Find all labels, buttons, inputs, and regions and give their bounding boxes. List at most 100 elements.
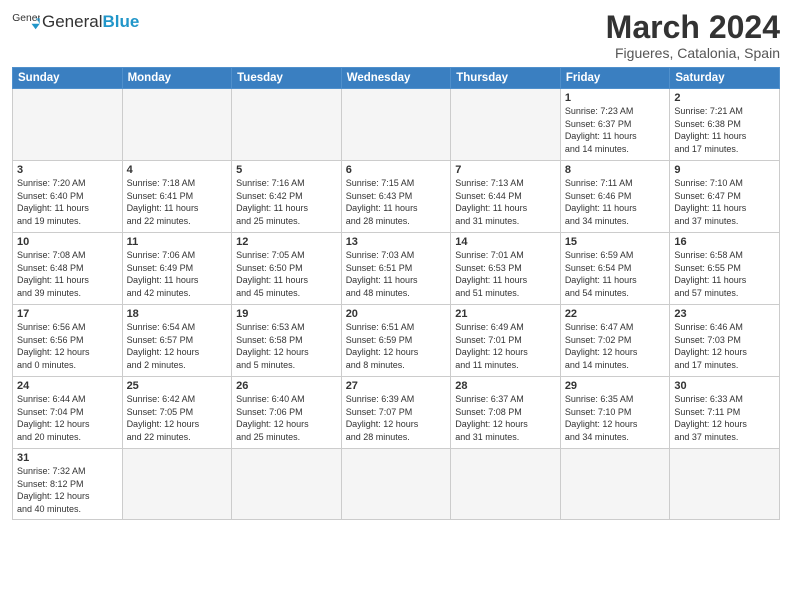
table-row: 4Sunrise: 7:18 AM Sunset: 6:41 PM Daylig… [122,161,232,233]
calendar-page: General GeneralBlue March 2024 Figueres,… [0,0,792,612]
day-info: Sunrise: 6:40 AM Sunset: 7:06 PM Dayligh… [236,393,337,443]
table-row [560,449,670,519]
day-number: 4 [127,164,228,176]
day-number: 14 [455,236,556,248]
table-row [232,89,342,161]
day-number: 12 [236,236,337,248]
day-info: Sunrise: 6:47 AM Sunset: 7:02 PM Dayligh… [565,321,666,371]
day-info: Sunrise: 6:53 AM Sunset: 6:58 PM Dayligh… [236,321,337,371]
table-row: 11Sunrise: 7:06 AM Sunset: 6:49 PM Dayli… [122,233,232,305]
day-info: Sunrise: 7:13 AM Sunset: 6:44 PM Dayligh… [455,177,556,227]
table-row: 24Sunrise: 6:44 AM Sunset: 7:04 PM Dayli… [13,377,123,449]
col-saturday: Saturday [670,68,780,89]
day-info: Sunrise: 7:08 AM Sunset: 6:48 PM Dayligh… [17,249,118,299]
table-row: 2Sunrise: 7:21 AM Sunset: 6:38 PM Daylig… [670,89,780,161]
day-info: Sunrise: 7:20 AM Sunset: 6:40 PM Dayligh… [17,177,118,227]
day-info: Sunrise: 7:23 AM Sunset: 6:37 PM Dayligh… [565,105,666,155]
day-number: 27 [346,380,447,392]
logo-icon: General [12,10,40,32]
day-info: Sunrise: 6:46 AM Sunset: 7:03 PM Dayligh… [674,321,775,371]
day-info: Sunrise: 6:39 AM Sunset: 7:07 PM Dayligh… [346,393,447,443]
table-row [232,449,342,519]
col-thursday: Thursday [451,68,561,89]
day-info: Sunrise: 7:16 AM Sunset: 6:42 PM Dayligh… [236,177,337,227]
table-row: 20Sunrise: 6:51 AM Sunset: 6:59 PM Dayli… [341,305,451,377]
day-info: Sunrise: 6:44 AM Sunset: 7:04 PM Dayligh… [17,393,118,443]
table-row: 22Sunrise: 6:47 AM Sunset: 7:02 PM Dayli… [560,305,670,377]
day-number: 11 [127,236,228,248]
day-number: 2 [674,92,775,104]
calendar-subtitle: Figueres, Catalonia, Spain [606,45,780,61]
table-row [670,449,780,519]
header-row: Sunday Monday Tuesday Wednesday Thursday… [13,68,780,89]
day-number: 13 [346,236,447,248]
day-info: Sunrise: 7:11 AM Sunset: 6:46 PM Dayligh… [565,177,666,227]
day-info: Sunrise: 6:35 AM Sunset: 7:10 PM Dayligh… [565,393,666,443]
table-row [451,449,561,519]
table-row: 17Sunrise: 6:56 AM Sunset: 6:56 PM Dayli… [13,305,123,377]
table-row: 8Sunrise: 7:11 AM Sunset: 6:46 PM Daylig… [560,161,670,233]
day-number: 17 [17,308,118,320]
col-sunday: Sunday [13,68,123,89]
table-row: 5Sunrise: 7:16 AM Sunset: 6:42 PM Daylig… [232,161,342,233]
day-info: Sunrise: 7:15 AM Sunset: 6:43 PM Dayligh… [346,177,447,227]
table-row: 29Sunrise: 6:35 AM Sunset: 7:10 PM Dayli… [560,377,670,449]
table-row [341,89,451,161]
calendar-title: March 2024 [606,10,780,45]
day-info: Sunrise: 6:59 AM Sunset: 6:54 PM Dayligh… [565,249,666,299]
day-info: Sunrise: 6:51 AM Sunset: 6:59 PM Dayligh… [346,321,447,371]
table-row: 1Sunrise: 7:23 AM Sunset: 6:37 PM Daylig… [560,89,670,161]
table-row: 25Sunrise: 6:42 AM Sunset: 7:05 PM Dayli… [122,377,232,449]
day-number: 1 [565,92,666,104]
table-row: 9Sunrise: 7:10 AM Sunset: 6:47 PM Daylig… [670,161,780,233]
logo-text: GeneralBlue [42,13,139,30]
day-number: 25 [127,380,228,392]
day-info: Sunrise: 7:03 AM Sunset: 6:51 PM Dayligh… [346,249,447,299]
day-info: Sunrise: 7:32 AM Sunset: 8:12 PM Dayligh… [17,465,118,515]
day-info: Sunrise: 7:01 AM Sunset: 6:53 PM Dayligh… [455,249,556,299]
day-info: Sunrise: 6:56 AM Sunset: 6:56 PM Dayligh… [17,321,118,371]
day-number: 10 [17,236,118,248]
table-row: 6Sunrise: 7:15 AM Sunset: 6:43 PM Daylig… [341,161,451,233]
day-info: Sunrise: 6:33 AM Sunset: 7:11 PM Dayligh… [674,393,775,443]
day-number: 30 [674,380,775,392]
table-row: 14Sunrise: 7:01 AM Sunset: 6:53 PM Dayli… [451,233,561,305]
table-row: 26Sunrise: 6:40 AM Sunset: 7:06 PM Dayli… [232,377,342,449]
logo: General GeneralBlue [12,10,139,32]
table-row: 10Sunrise: 7:08 AM Sunset: 6:48 PM Dayli… [13,233,123,305]
table-row: 16Sunrise: 6:58 AM Sunset: 6:55 PM Dayli… [670,233,780,305]
day-info: Sunrise: 7:21 AM Sunset: 6:38 PM Dayligh… [674,105,775,155]
col-wednesday: Wednesday [341,68,451,89]
header: General GeneralBlue March 2024 Figueres,… [12,10,780,61]
table-row: 12Sunrise: 7:05 AM Sunset: 6:50 PM Dayli… [232,233,342,305]
table-row: 27Sunrise: 6:39 AM Sunset: 7:07 PM Dayli… [341,377,451,449]
day-number: 29 [565,380,666,392]
day-number: 23 [674,308,775,320]
day-info: Sunrise: 7:05 AM Sunset: 6:50 PM Dayligh… [236,249,337,299]
table-row: 3Sunrise: 7:20 AM Sunset: 6:40 PM Daylig… [13,161,123,233]
day-number: 5 [236,164,337,176]
table-row: 7Sunrise: 7:13 AM Sunset: 6:44 PM Daylig… [451,161,561,233]
col-monday: Monday [122,68,232,89]
table-row: 31Sunrise: 7:32 AM Sunset: 8:12 PM Dayli… [13,449,123,519]
day-info: Sunrise: 7:10 AM Sunset: 6:47 PM Dayligh… [674,177,775,227]
col-friday: Friday [560,68,670,89]
table-row [122,449,232,519]
table-row [122,89,232,161]
table-row: 30Sunrise: 6:33 AM Sunset: 7:11 PM Dayli… [670,377,780,449]
day-info: Sunrise: 7:06 AM Sunset: 6:49 PM Dayligh… [127,249,228,299]
day-number: 19 [236,308,337,320]
table-row [13,89,123,161]
table-row: 19Sunrise: 6:53 AM Sunset: 6:58 PM Dayli… [232,305,342,377]
day-number: 15 [565,236,666,248]
day-number: 20 [346,308,447,320]
day-info: Sunrise: 6:37 AM Sunset: 7:08 PM Dayligh… [455,393,556,443]
day-info: Sunrise: 6:42 AM Sunset: 7:05 PM Dayligh… [127,393,228,443]
table-row: 23Sunrise: 6:46 AM Sunset: 7:03 PM Dayli… [670,305,780,377]
day-number: 18 [127,308,228,320]
day-number: 6 [346,164,447,176]
col-tuesday: Tuesday [232,68,342,89]
day-number: 9 [674,164,775,176]
day-info: Sunrise: 7:18 AM Sunset: 6:41 PM Dayligh… [127,177,228,227]
day-number: 7 [455,164,556,176]
